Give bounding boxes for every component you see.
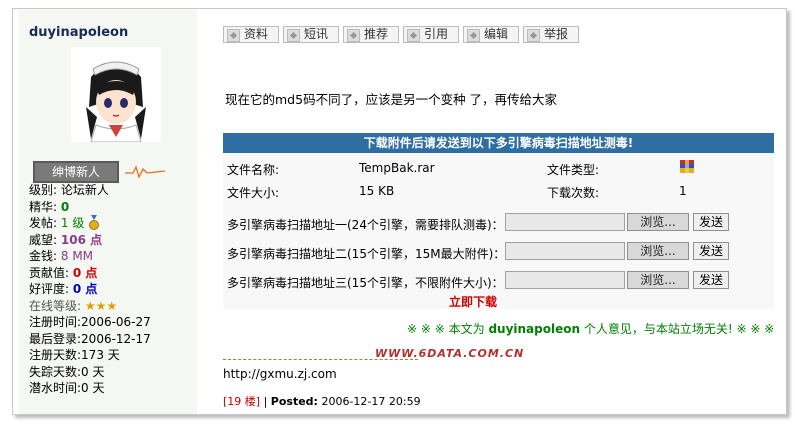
diamond-icon (227, 29, 240, 42)
rating-value: 0 点 (72, 282, 98, 296)
post-meta: [19 楼] | Posted: 2006-12-17 20:59 (223, 393, 421, 409)
post-frame: duyinapoleon 绅博新人 级别: 论坛新人 精华: 0 发帖: 1 级 (12, 8, 787, 415)
disclaimer-prefix: ※ ※ ※ 本文为 (407, 322, 485, 336)
posts-label: 发帖: (29, 216, 58, 230)
pulse-icon (125, 165, 165, 179)
scan-file-input-2[interactable] (505, 242, 625, 260)
prestige-label: 威望: (29, 232, 58, 247)
quote-button[interactable]: 引用 (403, 26, 459, 43)
browse-button-3[interactable]: 浏览... (627, 271, 689, 289)
scan-file-input-3[interactable] (505, 271, 625, 289)
registered: 注册时间:2006-06-27 (29, 315, 151, 329)
diamond-icon (347, 29, 360, 42)
post-message: 现在它的md5码不同了，应该是另一个变种 了，再传给大家 (225, 92, 558, 107)
posts-value: 1 级 (60, 216, 85, 230)
browse-button-2[interactable]: 浏览... (627, 242, 689, 260)
online-row: 在线等级: ★★★ (29, 298, 151, 315)
contrib-value: 0 点 (72, 265, 98, 280)
money-label: 金钱: (29, 249, 58, 263)
download-now-link[interactable]: 立即下载 (449, 293, 497, 310)
avatar[interactable] (71, 47, 161, 142)
download-box: 下载附件后请发送到以下多引擎病毒扫描地址测毒! 文件名称: TempBak.ra… (223, 133, 774, 309)
missing-days: 失踪天数:0 天 (29, 364, 105, 379)
filetype-label: 文件类型: (547, 163, 600, 177)
essence-row: 精华: 0 (29, 199, 151, 216)
count-value: 1 (679, 184, 687, 198)
signature-url[interactable]: http://gxmu.zj.com (223, 367, 337, 381)
scan-label-3: 多引擎病毒扫描地址三(15个引擎，不限附件大小)： (227, 276, 504, 290)
rank-badge: 绅博新人 (33, 161, 119, 183)
contrib-row: 贡献值: 0 点 (29, 265, 151, 282)
diamond-icon (467, 29, 480, 42)
post-time: 2006-12-17 20:59 (321, 395, 421, 408)
disclaimer-suffix: 个人意见，与本站立场无关! ※ ※ ※ (583, 322, 775, 336)
posted-label: Posted: (270, 395, 318, 408)
disclaimer: ※ ※ ※ 本文为 duyinapoleon 个人意见，与本站立场无关! ※ ※… (407, 320, 774, 337)
signature-logo: WWW.6DATA.COM.CN (375, 347, 525, 360)
count-label: 下载次数: (547, 186, 600, 200)
money-row: 金钱: 8 MM (29, 248, 151, 265)
star-icon: ★★★ (84, 298, 118, 313)
contrib-label: 贡献值: (29, 265, 70, 280)
recommend-button[interactable]: 推荐 (343, 26, 399, 43)
user-level: 级别: 论坛新人 (29, 183, 109, 197)
disclaimer-username: duyinapoleon (488, 322, 581, 336)
download-header: 下载附件后请发送到以下多引擎病毒扫描地址测毒! (223, 133, 774, 153)
rating-label: 好评度: (29, 282, 70, 296)
user-sidebar: duyinapoleon 绅博新人 级别: 论坛新人 精华: 0 发帖: 1 级 (19, 9, 197, 414)
profile-button[interactable]: 资料 (223, 26, 279, 43)
scan-file-input-1[interactable] (505, 213, 625, 231)
essence-value: 0 (60, 199, 70, 214)
rating-row: 好评度: 0 点 (29, 281, 151, 298)
floor-number[interactable]: [19 楼] (223, 395, 260, 408)
meta-separator: | (263, 395, 268, 408)
send-button-1[interactable]: 发送 (693, 213, 729, 231)
posts-row: 发帖: 1 级 (29, 215, 151, 232)
report-button[interactable]: 举报 (523, 26, 579, 43)
message-button[interactable]: 短讯 (283, 26, 339, 43)
reg-days: 注册天数:173 天 (29, 348, 120, 362)
prestige-value: 106 点 (60, 232, 103, 247)
essence-label: 精华: (29, 199, 58, 214)
edit-button[interactable]: 编辑 (463, 26, 519, 43)
send-button-2[interactable]: 发送 (693, 242, 729, 260)
user-stats: 级别: 论坛新人 精华: 0 发帖: 1 级 威望: 106 点 金钱: 8 M… (29, 182, 151, 397)
size-label: 文件大小: (227, 186, 280, 200)
rar-file-icon (680, 160, 694, 173)
scan-label-1: 多引擎病毒扫描地址一(24个引擎，需要排队测毒)： (227, 218, 504, 232)
username[interactable]: duyinapoleon (29, 25, 128, 40)
diamond-icon (287, 29, 300, 42)
money-value: 8 MM (60, 249, 94, 263)
filename-value: TempBak.rar (359, 161, 435, 175)
send-button-3[interactable]: 发送 (693, 271, 729, 289)
diamond-icon (407, 29, 420, 42)
last-login: 最后登录:2006-12-17 (29, 331, 151, 346)
size-value: 15 KB (359, 184, 395, 198)
scan-label-2: 多引擎病毒扫描地址二(15个引擎，15M最大附件)： (227, 247, 506, 261)
prestige-row: 威望: 106 点 (29, 232, 151, 249)
dive-time: 潜水时间:0 天 (29, 381, 105, 395)
medal-icon (89, 215, 100, 230)
online-label: 在线等级: (29, 298, 82, 313)
diamond-icon (527, 29, 540, 42)
filename-label: 文件名称: (227, 163, 280, 177)
post-content: 资料 短讯 推荐 引用 编辑 举报 现在它的md5码不同了，应该是另一个变种 了… (223, 9, 785, 414)
browse-button-1[interactable]: 浏览... (627, 213, 689, 231)
